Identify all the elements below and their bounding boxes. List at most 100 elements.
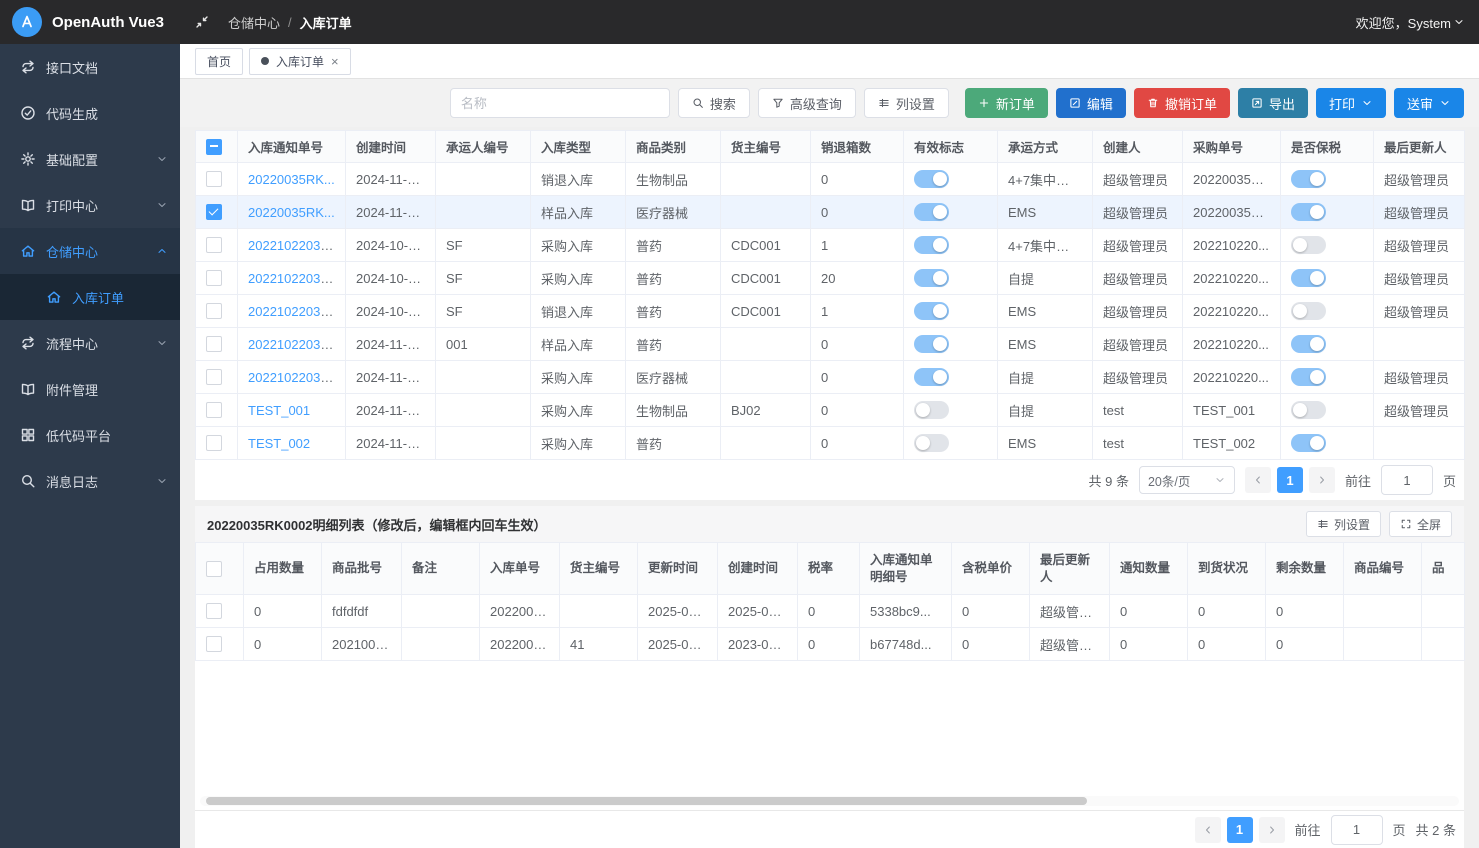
- row-checkbox-cell[interactable]: [196, 163, 238, 196]
- detail-column-settings-button[interactable]: 列设置: [1306, 511, 1381, 537]
- search-input[interactable]: [450, 88, 670, 118]
- order-no-link[interactable]: TEST_001: [248, 403, 310, 418]
- row-checkbox-cell[interactable]: [196, 295, 238, 328]
- row-checkbox-cell[interactable]: [196, 361, 238, 394]
- prev-page-button[interactable]: [1245, 467, 1271, 493]
- valid-flag-toggle[interactable]: [914, 302, 949, 320]
- bonded-toggle[interactable]: [1291, 434, 1326, 452]
- sidebar-item-base-config[interactable]: 基础配置: [0, 136, 180, 182]
- sidebar-item-warehouse-center[interactable]: 仓储中心: [0, 228, 180, 274]
- bonded-toggle[interactable]: [1291, 335, 1326, 353]
- order-no-link[interactable]: TEST_002: [248, 436, 310, 451]
- goto-page-input[interactable]: [1381, 465, 1433, 495]
- row-checkbox[interactable]: [206, 171, 222, 187]
- page-size-select[interactable]: 20条/页: [1139, 466, 1235, 494]
- bonded-toggle[interactable]: [1291, 401, 1326, 419]
- column-settings-button[interactable]: 列设置: [864, 88, 949, 118]
- detail-row[interactable]: 0fdfdfdf2022003...2025-05-...2025-05-...…: [196, 595, 1465, 628]
- cancel-order-button[interactable]: 撤销订单: [1134, 88, 1230, 118]
- valid-flag-toggle[interactable]: [914, 203, 949, 221]
- row-checkbox[interactable]: [206, 603, 222, 619]
- row-checkbox-cell[interactable]: [196, 196, 238, 229]
- row-checkbox[interactable]: [206, 204, 222, 220]
- sidebar-item-message-log[interactable]: 消息日志: [0, 458, 180, 504]
- advanced-query-button[interactable]: 高级查询: [758, 88, 856, 118]
- order-no-link[interactable]: 2022102203R...: [248, 271, 341, 286]
- table-row[interactable]: TEST_0012024-11-23 ...采购入库生物制品BJ020自提tes…: [196, 394, 1465, 427]
- valid-flag-toggle[interactable]: [914, 434, 949, 452]
- sidebar-item-flow-center[interactable]: 流程中心: [0, 320, 180, 366]
- table-row[interactable]: 2022102203R...2024-10-31...SF采购入库普药CDC00…: [196, 229, 1465, 262]
- table-row[interactable]: 20220035RK...2024-11-06 ...销退入库生物制品04+7集…: [196, 163, 1465, 196]
- bonded-toggle[interactable]: [1291, 203, 1326, 221]
- sidebar-subitem-inbound-order[interactable]: 入库订单: [0, 274, 180, 320]
- sidebar-collapse-icon[interactable]: [194, 14, 210, 30]
- bonded-toggle[interactable]: [1291, 236, 1326, 254]
- row-checkbox-cell[interactable]: [196, 394, 238, 427]
- valid-flag-toggle[interactable]: [914, 236, 949, 254]
- row-checkbox-cell[interactable]: [196, 595, 244, 628]
- next-page-button[interactable]: [1259, 817, 1285, 843]
- prev-page-button[interactable]: [1195, 817, 1221, 843]
- sidebar-item-print-center[interactable]: 打印中心: [0, 182, 180, 228]
- row-checkbox[interactable]: [206, 303, 222, 319]
- tab-close-icon[interactable]: ×: [331, 55, 339, 68]
- sidebar-item-codegen[interactable]: 代码生成: [0, 90, 180, 136]
- row-checkbox[interactable]: [206, 369, 222, 385]
- horizontal-scrollbar[interactable]: [200, 796, 1459, 806]
- table-row[interactable]: 2022102203R...2024-10-31...SF采购入库普药CDC00…: [196, 262, 1465, 295]
- order-no-link[interactable]: 20220035RK...: [248, 205, 335, 220]
- table-row[interactable]: 20220035RK...2024-11-06 ...样品入库医疗器械0EMS超…: [196, 196, 1465, 229]
- table-row[interactable]: 2022102203R...2024-11-07 ...001样品入库普药0EM…: [196, 328, 1465, 361]
- edit-button[interactable]: 编辑: [1056, 88, 1126, 118]
- export-button[interactable]: 导出: [1238, 88, 1308, 118]
- tab-home[interactable]: 首页: [195, 48, 243, 75]
- scrollbar-thumb[interactable]: [206, 797, 1087, 805]
- row-checkbox[interactable]: [206, 336, 222, 352]
- valid-flag-toggle[interactable]: [914, 401, 949, 419]
- sidebar-item-lowcode[interactable]: 低代码平台: [0, 412, 180, 458]
- order-no-link[interactable]: 2022102203R...: [248, 370, 341, 385]
- sidebar-item-attachments[interactable]: 附件管理: [0, 366, 180, 412]
- bonded-toggle[interactable]: [1291, 269, 1326, 287]
- order-no-link[interactable]: 2022102203R...: [248, 337, 341, 352]
- row-checkbox[interactable]: [206, 237, 222, 253]
- valid-flag-toggle[interactable]: [914, 335, 949, 353]
- current-page-button[interactable]: 1: [1277, 467, 1303, 493]
- bonded-toggle[interactable]: [1291, 170, 1326, 188]
- select-all-checkbox[interactable]: [206, 139, 222, 155]
- user-menu[interactable]: 欢迎您，System: [1356, 13, 1479, 32]
- order-no-link[interactable]: 2022102203R...: [248, 304, 341, 319]
- row-checkbox[interactable]: [206, 435, 222, 451]
- order-no-link[interactable]: 20220035RK...: [248, 172, 335, 187]
- row-checkbox-cell[interactable]: [196, 328, 238, 361]
- search-button[interactable]: 搜索: [678, 88, 750, 118]
- current-page-button[interactable]: 1: [1227, 817, 1253, 843]
- print-button[interactable]: 打印: [1316, 88, 1386, 118]
- bonded-toggle[interactable]: [1291, 302, 1326, 320]
- detail-row[interactable]: 02021000...2022003...412025-05-...2023-0…: [196, 628, 1465, 661]
- row-checkbox-cell[interactable]: [196, 628, 244, 661]
- bonded-toggle[interactable]: [1291, 368, 1326, 386]
- row-checkbox-cell[interactable]: [196, 262, 238, 295]
- order-no-link[interactable]: 2022102203R...: [248, 238, 341, 253]
- submit-review-button[interactable]: 送审: [1394, 88, 1464, 118]
- new-order-button[interactable]: 新订单: [965, 88, 1048, 118]
- sidebar-item-api-docs[interactable]: 接口文档: [0, 44, 180, 90]
- valid-flag-toggle[interactable]: [914, 368, 949, 386]
- row-checkbox[interactable]: [206, 270, 222, 286]
- row-checkbox[interactable]: [206, 636, 222, 652]
- row-checkbox-cell[interactable]: [196, 229, 238, 262]
- table-row[interactable]: TEST_0022024-11-23 ...采购入库普药0EMStestTEST…: [196, 427, 1465, 460]
- next-page-button[interactable]: [1309, 467, 1335, 493]
- row-checkbox-cell[interactable]: [196, 427, 238, 460]
- table-row[interactable]: 2022102203R...2024-11-07 ...采购入库医疗器械0自提超…: [196, 361, 1465, 394]
- table-row[interactable]: 2022102203R...2024-10-31...SF销退入库普药CDC00…: [196, 295, 1465, 328]
- valid-flag-toggle[interactable]: [914, 269, 949, 287]
- goto-page-input[interactable]: [1331, 815, 1383, 845]
- row-checkbox[interactable]: [206, 402, 222, 418]
- detail-fullscreen-button[interactable]: 全屏: [1389, 511, 1452, 537]
- valid-flag-toggle[interactable]: [914, 170, 949, 188]
- row-checkbox[interactable]: [206, 561, 222, 577]
- tab-inbound-order[interactable]: 入库订单 ×: [249, 48, 351, 75]
